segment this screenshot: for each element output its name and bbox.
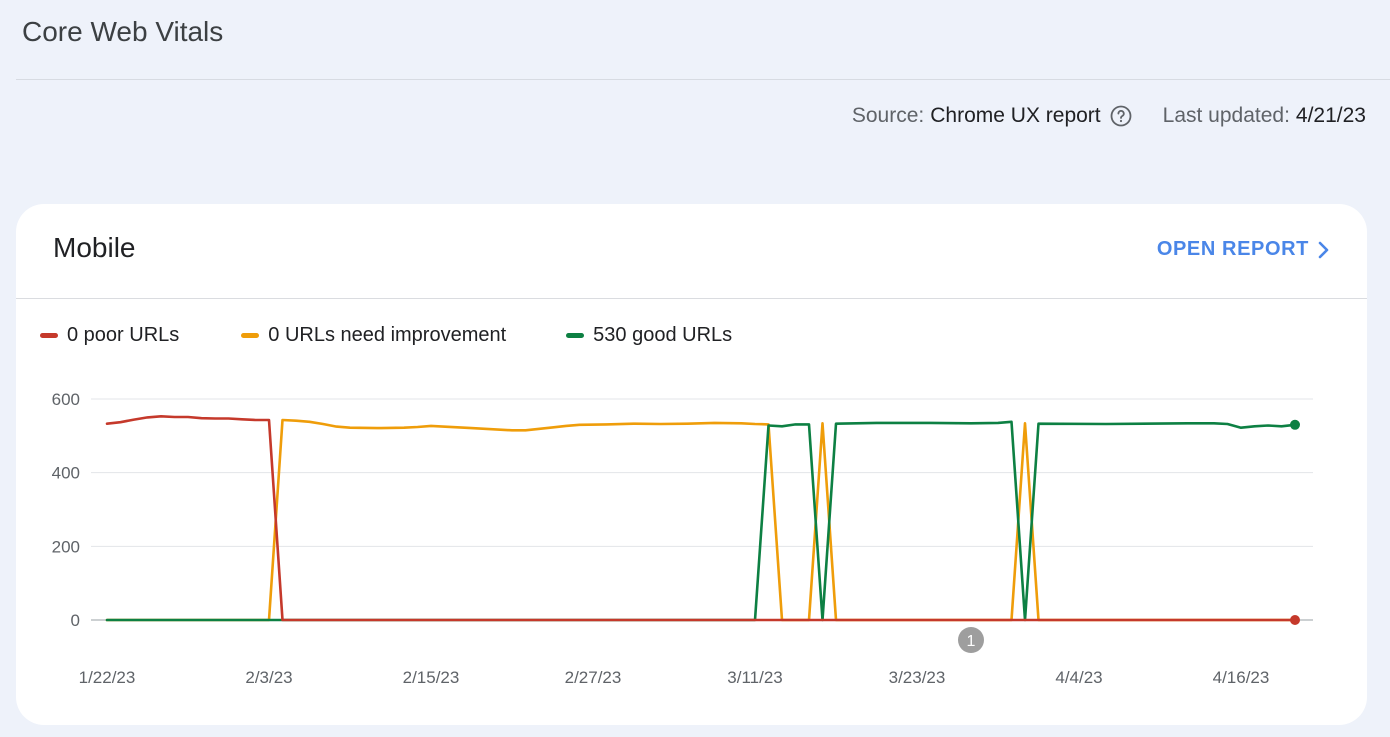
report-meta: Source: Chrome UX report Last updated: 4…: [852, 104, 1366, 128]
x-tick-label: 2/15/23: [403, 668, 460, 687]
mobile-card: Mobile OPEN REPORT 0 poor URLs 0 URLs ne…: [16, 204, 1367, 725]
x-tick-label: 2/3/23: [245, 668, 292, 687]
series-line: [105, 420, 1297, 622]
series-line: [105, 418, 1297, 622]
x-tick-label: 3/23/23: [889, 668, 946, 687]
x-tick-label: 4/4/23: [1055, 668, 1102, 687]
y-tick-label: 200: [52, 537, 80, 556]
help-circle-icon[interactable]: [1109, 104, 1133, 128]
header-divider: [16, 79, 1390, 80]
annotation-label: 1: [967, 633, 976, 650]
y-tick-label: 400: [52, 464, 80, 483]
series-line: [105, 415, 1297, 622]
core-web-vitals-line-chart: 0 200 400 600 1/22/23 2/3/23 2/15/23 2/27/23 3/1…: [52, 390, 1313, 687]
last-updated-value: 4/21/23: [1295, 104, 1366, 127]
series-end-point: [1290, 615, 1300, 625]
page-title: Core Web Vitals: [22, 16, 224, 47]
series-end-point: [1290, 419, 1300, 430]
y-tick-label: 600: [52, 390, 80, 409]
last-updated-label: Last updated:: [1162, 104, 1290, 127]
x-tick-label: 3/11/23: [727, 668, 782, 687]
x-tick-label: 4/16/23: [1213, 668, 1270, 687]
x-tick-label: 1/22/23: [79, 668, 136, 687]
source-label: Source:: [851, 104, 925, 127]
source-value: Chrome UX report: [930, 104, 1101, 127]
y-tick-label: 0: [71, 611, 80, 630]
x-tick-label: 2/27/23: [565, 668, 622, 687]
